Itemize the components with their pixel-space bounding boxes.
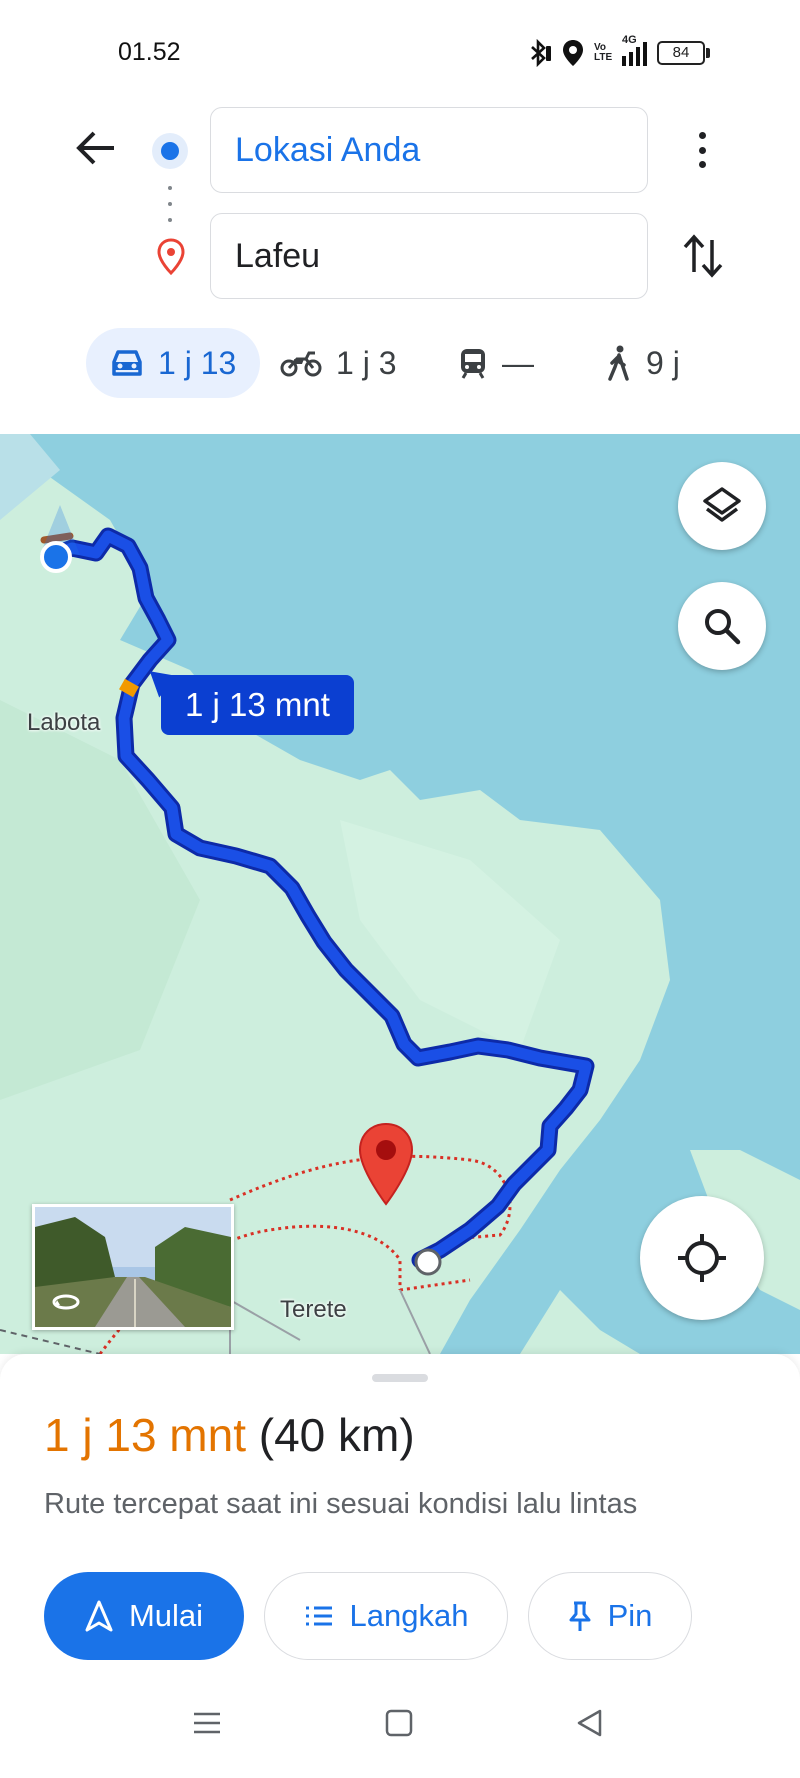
route-duration: 1 j 13 mnt: [44, 1409, 246, 1461]
route-summary: 1 j 13 mnt (40 km): [44, 1408, 415, 1462]
origin-dot-icon: [152, 133, 188, 169]
battery-icon: 84: [657, 41, 710, 65]
street-view-thumbnail[interactable]: [32, 1204, 234, 1330]
swap-button[interactable]: [680, 232, 726, 280]
car-icon: [112, 350, 142, 376]
route-dots: [168, 186, 172, 222]
steps-button[interactable]: Langkah: [264, 1572, 508, 1660]
place-label-labota: Labota: [27, 709, 101, 736]
mode-tab-car[interactable]: 1 j 13: [86, 328, 261, 398]
mode-tab-walk[interactable]: 9 j: [606, 328, 680, 398]
destination-input[interactable]: Lafeu: [210, 213, 648, 299]
steps-button-label: Langkah: [349, 1598, 469, 1633]
status-icons: Vo LTE 4G 84: [526, 34, 710, 70]
start-button-label: Mulai: [128, 1598, 204, 1633]
start-button[interactable]: Mulai: [44, 1572, 244, 1660]
layers-icon: [703, 487, 741, 522]
back-button[interactable]: [74, 128, 124, 172]
mode-label-transit: —: [502, 344, 534, 381]
volte-icon: Vo LTE: [594, 42, 613, 63]
origin-input[interactable]: Lokasi Anda: [210, 107, 648, 193]
motorbike-icon: [280, 351, 322, 377]
mode-label-motorbike: 1 j 3: [336, 344, 397, 381]
route-end-dot: [414, 1248, 442, 1276]
signal-icon: 4G: [622, 34, 647, 66]
more-options-button[interactable]: [686, 128, 718, 172]
arrow-left-icon: [76, 131, 114, 165]
back-triangle-icon: [577, 1709, 602, 1737]
navigation-icon: [85, 1600, 113, 1632]
transit-icon: [461, 349, 485, 379]
status-time: 01.52: [118, 38, 181, 66]
sheet-drag-handle[interactable]: [372, 1374, 428, 1382]
bluetooth-icon: [531, 39, 551, 67]
place-label-terete: Terete: [280, 1296, 347, 1323]
mode-tab-transit[interactable]: —: [458, 328, 534, 398]
search-along-route-button[interactable]: [678, 582, 766, 670]
mode-label-car: 1 j 13: [158, 344, 237, 381]
my-location-button[interactable]: [640, 1196, 764, 1320]
pin-icon: [569, 1601, 591, 1631]
route-eta-bubble[interactable]: 1 j 13 mnt: [161, 675, 354, 735]
location-icon: [563, 40, 583, 66]
mode-label-walk: 9 j: [646, 344, 680, 381]
pin-button[interactable]: Pin: [528, 1572, 692, 1660]
route-description: Rute tercepat saat ini sesuai kondisi la…: [44, 1488, 638, 1520]
network-type: 4G: [622, 34, 637, 46]
destination-pin-icon: [157, 238, 185, 276]
route-distance: (40 km): [258, 1409, 415, 1461]
more-vert-icon: [698, 132, 706, 139]
search-icon: [705, 609, 741, 645]
list-icon: [305, 1606, 332, 1626]
destination-marker-icon[interactable]: [357, 1122, 415, 1206]
walk-icon: [608, 345, 629, 381]
home-square-icon: [385, 1709, 413, 1737]
back-nav-button[interactable]: [574, 1708, 604, 1738]
my-location-icon: [678, 1234, 726, 1282]
swap-vert-icon: [683, 234, 723, 278]
street-view-icon: [52, 1294, 80, 1310]
mode-tab-motorbike[interactable]: 1 j 3: [280, 328, 396, 398]
current-location-dot: [40, 541, 72, 573]
home-nav-button[interactable]: [384, 1708, 414, 1738]
menu-icon: [194, 1712, 220, 1734]
menu-nav-button[interactable]: [192, 1708, 222, 1738]
layers-button[interactable]: [678, 462, 766, 550]
pin-button-label: Pin: [607, 1598, 653, 1633]
